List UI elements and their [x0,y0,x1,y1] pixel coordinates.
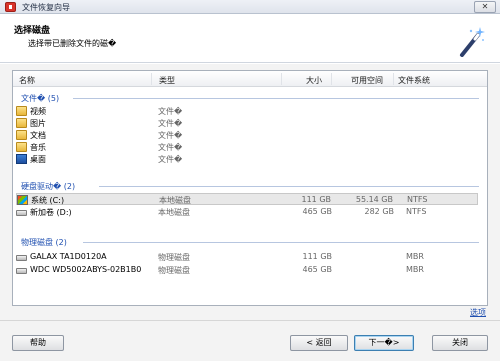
list-item[interactable]: 视频 文件� [16,105,478,117]
system-drive-icon [17,195,28,205]
app-icon [5,2,16,12]
item-type: 文件� [158,131,183,140]
item-type: 文件� [158,119,183,128]
item-name: 视频 [30,107,46,116]
item-type: 物理磁盘 [158,266,190,275]
drive-icon [16,210,27,216]
column-type[interactable]: 类型 [159,75,175,86]
column-separator [393,73,394,85]
item-size: 465 GB [302,207,333,216]
item-type: 物理磁盘 [158,253,190,262]
item-name: 音乐 [30,143,46,152]
item-free: 55.14 GB [355,195,393,204]
item-filesystem: NTFS [407,195,428,204]
column-free[interactable]: 可用空间 [351,75,383,86]
group-divider [83,242,479,243]
page-subtitle: 选择带已删除文件的磁� [28,39,117,48]
item-name: 新加卷 (D:) [30,208,72,217]
group-header-files[interactable]: 文件� (5) [21,93,59,104]
item-filesystem: MBR [406,252,424,261]
next-button[interactable]: 下一�> [354,335,414,351]
page-title: 选择磁盘 [14,26,51,36]
list-item[interactable]: 音乐 文件� [16,141,478,153]
item-filesystem: MBR [406,265,424,274]
group-header-physical[interactable]: 物理磁盘 (2) [21,237,67,248]
disk-list[interactable]: 名称 类型 大小 可用空间 文件系统 文件� (5) 视频 文件� 图片 文件�… [12,70,488,306]
magic-wand-icon [460,27,485,57]
disk-icon [16,268,27,274]
folder-icon [16,130,27,140]
item-type: 文件� [158,155,183,164]
wizard-header: 选择磁盘 选择带已删除文件的磁� [0,15,500,63]
item-name: WDC WD5002ABYS-02B1B0 [30,265,142,274]
column-separator [281,73,282,85]
list-item[interactable]: 桌面 文件� [16,153,478,165]
item-name: 桌面 [30,155,46,164]
item-type: 文件� [158,107,183,116]
list-item-selected[interactable]: 系统 (C:) 本地磁盘 111 GB 55.14 GB NTFS [16,193,478,205]
column-header: 名称 类型 大小 可用空间 文件系统 [13,71,487,87]
folder-icon [16,142,27,152]
desktop-icon [16,154,27,164]
list-item[interactable]: GALAX TA1D0120A 物理磁盘 111 GB MBR [16,251,478,263]
list-item[interactable]: 图片 文件� [16,117,478,129]
column-size[interactable]: 大小 [306,75,322,86]
group-divider [99,186,479,187]
close-button[interactable]: 关闭 [432,335,488,351]
disk-icon [16,255,27,261]
item-type: 文件� [158,143,183,152]
item-size: 111 GB [302,252,333,261]
folder-icon [16,106,27,116]
window-title: 文件恢复向导 [22,3,70,12]
title-bar: 文件恢复向导 ✕ [0,0,500,14]
list-item[interactable]: 新加卷 (D:) 本地磁盘 465 GB 282 GB NTFS [16,206,478,218]
item-size: 465 GB [302,265,333,274]
item-name: 图片 [30,119,46,128]
item-filesystem: NTFS [406,207,427,216]
footer-divider [0,320,500,321]
column-separator [151,73,152,85]
help-button[interactable]: 帮助 [12,335,64,351]
item-name: 系统 (C:) [31,196,65,205]
group-header-drives[interactable]: 硬盘驱动� (2) [21,181,75,192]
column-filesystem[interactable]: 文件系统 [398,75,430,86]
folder-icon [16,118,27,128]
group-divider [73,98,479,99]
options-link[interactable]: 选项 [470,307,486,318]
item-name: GALAX TA1D0120A [30,252,107,261]
list-item[interactable]: 文档 文件� [16,129,478,141]
back-button[interactable]: < 返回 [290,335,348,351]
item-size: 111 GB [301,195,332,204]
item-type: 本地磁盘 [158,208,190,217]
window-close-button[interactable]: ✕ [474,1,496,13]
item-type: 本地磁盘 [159,196,191,205]
item-name: 文档 [30,131,46,140]
item-free: 282 GB [364,207,395,216]
wizard-body: 名称 类型 大小 可用空间 文件系统 文件� (5) 视频 文件� 图片 文件�… [0,64,500,361]
list-item[interactable]: WDC WD5002ABYS-02B1B0 物理磁盘 465 GB MBR [16,264,478,276]
column-separator [331,73,332,85]
column-name[interactable]: 名称 [19,75,35,86]
